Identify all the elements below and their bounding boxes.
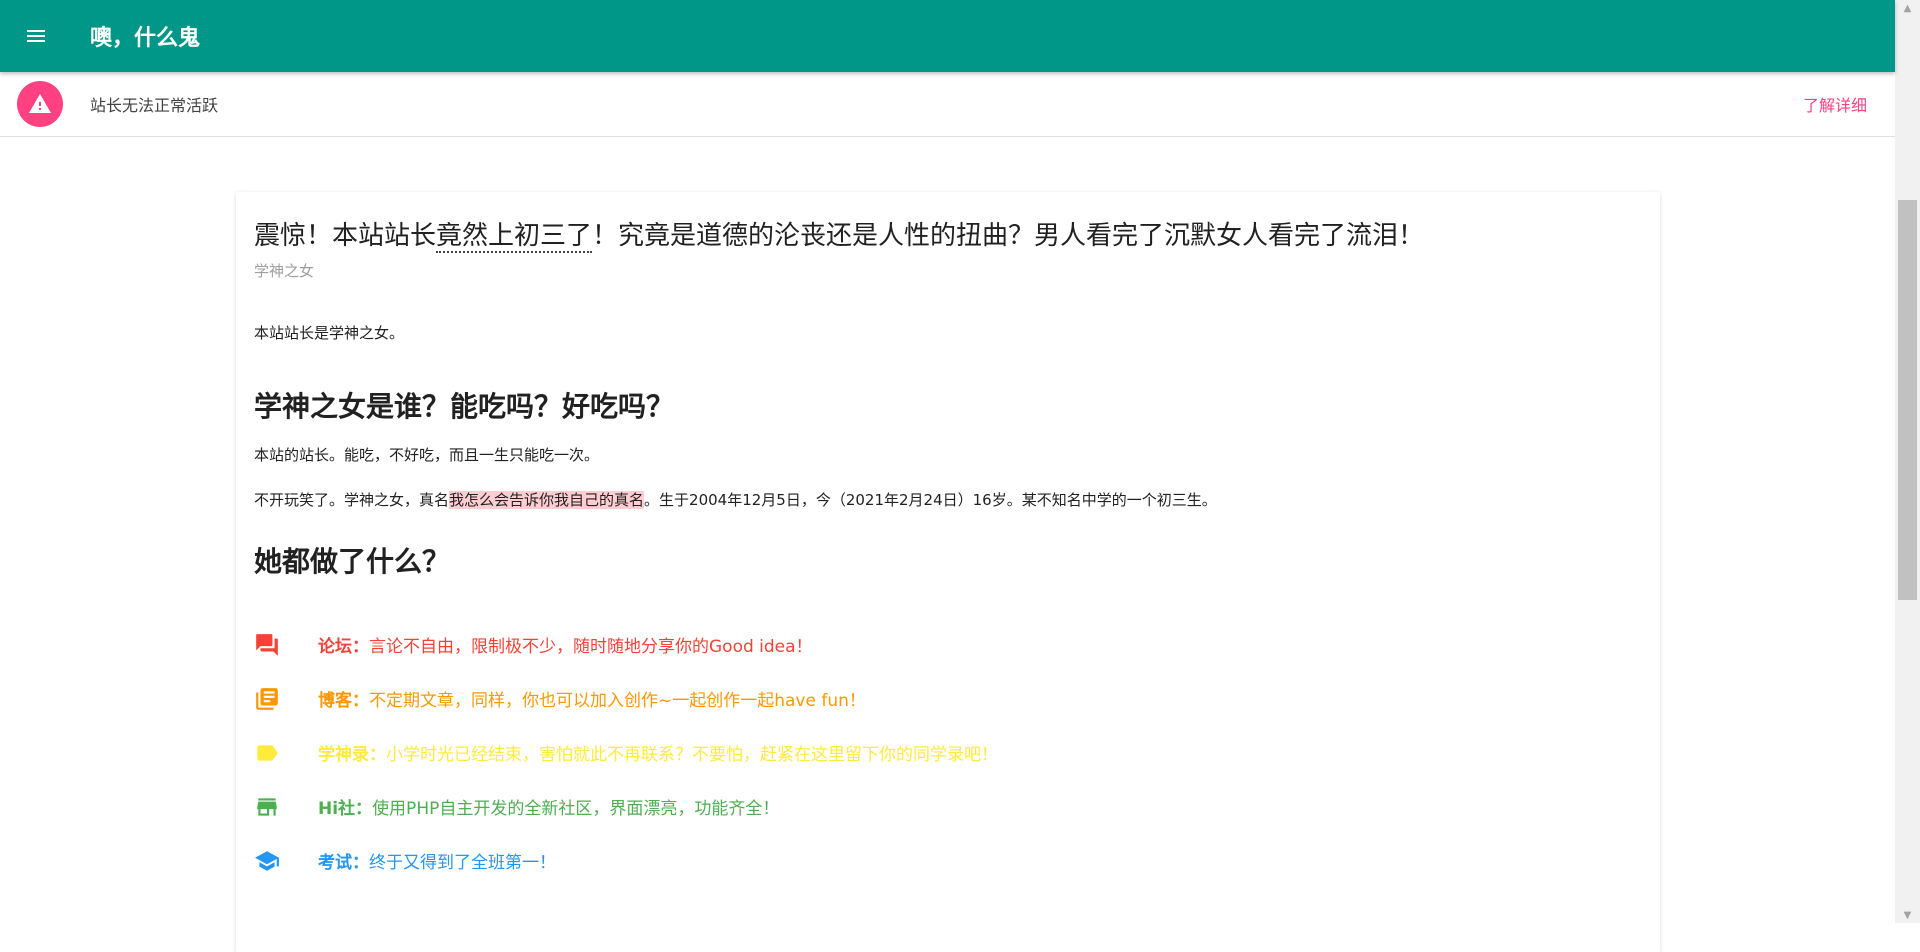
feature-label: 博客： (318, 691, 369, 712)
feature-desc: 言论不自由，限制极不少，随时随地分享你的Good idea！ (369, 637, 813, 658)
title-part-3: ！究竟是道德的沦丧还是人性的扭曲？男人看完了沉默女人看完了流泪！ (592, 221, 1425, 251)
p2-part-1: 不开玩笑了。学神之女，真名 (254, 490, 450, 509)
feature-exam: 考试： 终于又得到了全班第一！ (254, 834, 1642, 888)
feature-desc: 终于又得到了全班第一！ (369, 853, 556, 874)
title-part-1: 震惊！本站站长 (254, 221, 437, 251)
paragraph-2: 不开玩笑了。学神之女，真名我怎么会告诉你我自己的真名。生于2004年12月5日，… (254, 488, 1642, 512)
highlighted-name: 我怎么会告诉你我自己的真名 (449, 490, 645, 509)
intro-paragraph: 本站站长是学神之女。 (254, 323, 405, 342)
feature-yearbook: 学神录： 小学时光已经结束，害怕就此不再联系？不要怕，赶紧在这里留下你的同学录吧！ (254, 726, 1642, 780)
scroll-down-arrow[interactable]: ▼ (1895, 907, 1920, 923)
menu-icon (27, 30, 45, 42)
feature-desc: 使用PHP自主开发的全新社区，界面漂亮，功能齐全！ (372, 799, 780, 820)
title-abbr: 竟然上初三了 (436, 221, 593, 253)
scrollbar-thumb[interactable] (1898, 200, 1917, 600)
library-books-icon (256, 687, 278, 710)
feature-blog: 博客： 不定期文章，同样，你也可以加入创作~一起创作一起have fun！ (254, 672, 1642, 726)
app-bar: 噢，什么鬼 (0, 0, 1895, 72)
notice-text: 站长无法正常活跃 (90, 96, 219, 115)
warning-icon (29, 94, 51, 113)
feature-label: 论坛： (318, 637, 369, 658)
scroll-up-arrow[interactable]: ▲ (1895, 0, 1920, 16)
feature-community: Hi社： 使用PHP自主开发的全新社区，界面漂亮，功能齐全！ (254, 780, 1642, 834)
section-heading-what: 她都做了什么？ (254, 544, 451, 578)
feature-label: 学神录： (318, 745, 386, 766)
feature-label: Hi社： (318, 799, 373, 820)
feature-desc: 小学时光已经结束，害怕就此不再联系？不要怕，赶紧在这里留下你的同学录吧！ (386, 745, 998, 766)
menu-button[interactable] (18, 18, 54, 54)
feature-desc: 不定期文章，同样，你也可以加入创作~一起创作一起have fun！ (369, 691, 866, 712)
page-scrollbar[interactable]: ▲ ▼ (1895, 0, 1920, 923)
school-icon (255, 851, 279, 871)
p2-part-3: 。生于2004年12月5日，今（2021年2月24日）16岁。某不知名中学的一个… (644, 490, 1217, 509)
article-author: 学神之女 (254, 261, 315, 280)
feature-list: 论坛： 言论不自由，限制极不少，随时随地分享你的Good idea！ 博客： 不定期… (254, 618, 1642, 888)
paragraph-1: 本站的站长。能吃，不好吃，而且一生只能吃一次。 (254, 445, 600, 464)
notice-avatar (17, 81, 63, 127)
learn-more-link[interactable]: 了解详细 (1803, 92, 1867, 116)
feature-forum: 论坛： 言论不自由，限制极不少，随时随地分享你的Good idea！ (254, 618, 1642, 672)
feature-label: 考试： (318, 853, 369, 874)
app-title: 噢，什么鬼 (90, 26, 201, 51)
article-card: 震惊！本站站长竟然上初三了！究竟是道德的沦丧还是人性的扭曲？男人看完了沉默女人看… (236, 192, 1660, 952)
notice-banner: 站长无法正常活跃 了解详细 (0, 72, 1895, 137)
label-icon (257, 745, 278, 761)
store-icon (257, 798, 277, 816)
forum-icon (256, 633, 278, 656)
article-title: 震惊！本站站长竟然上初三了！究竟是道德的沦丧还是人性的扭曲？男人看完了沉默女人看… (254, 220, 1642, 254)
section-heading-who: 学神之女是谁？能吃吗？好吃吗？ (254, 389, 675, 423)
